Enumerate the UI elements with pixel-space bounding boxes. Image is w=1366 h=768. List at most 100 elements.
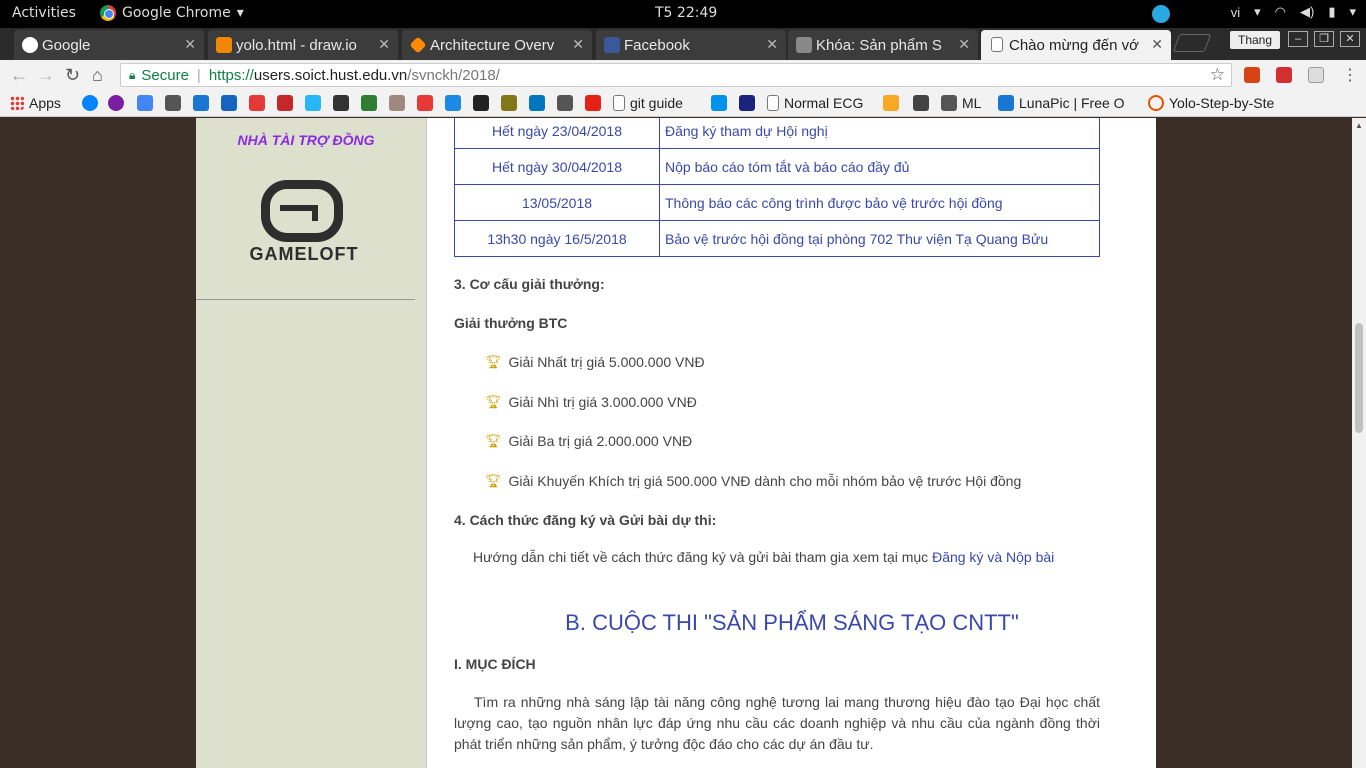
tab-google[interactable]: Google ✕ (14, 30, 204, 60)
extension-icon[interactable] (1244, 67, 1260, 83)
bookmark-yolo[interactable]: Yolo-Step-by-Ste (1148, 95, 1274, 111)
gmail-icon[interactable] (1276, 67, 1292, 83)
gameloft-wordmark: GAMELOFT (249, 244, 359, 264)
menu-icon[interactable]: ⋮ (1342, 65, 1358, 85)
sidebar: NHÀ TÀI TRỢ ĐỒNG GAMELOFT (196, 118, 426, 768)
tab-facebook[interactable]: Facebook ✕ (596, 30, 786, 60)
browser-toolbar: ← → ↻ ⌂ 🔒︎ Secure | https:// users.soict… (0, 60, 1366, 90)
close-icon[interactable]: ✕ (378, 36, 390, 53)
back-icon[interactable]: ← (10, 65, 28, 86)
bookmark-ml[interactable]: ML (941, 95, 981, 111)
bookmark-icon[interactable] (417, 95, 433, 111)
language-indicator[interactable]: vi (1231, 5, 1240, 20)
bookmark-git-guide[interactable]: git guide (613, 95, 683, 111)
bookmarks-bar: Apps git guide Normal ECG ML LunaPic | F… (0, 90, 1366, 117)
minimize-button[interactable]: – (1288, 31, 1308, 47)
bookmark-icon[interactable] (333, 95, 349, 111)
tab-khoa[interactable]: Khóa: Sản phẩm S ✕ (788, 30, 978, 60)
bookmark-icon[interactable] (165, 95, 181, 111)
google-icon (22, 37, 38, 53)
purpose-text: Tìm ra những nhà sáng lập tài năng công … (454, 694, 1100, 752)
schedule-date: Hết ngày 30/04/2018 (454, 148, 660, 185)
bookmark-star-icon[interactable]: ☆ (1210, 65, 1225, 85)
award-text: Giải Ba trị giá 2.000.000 VNĐ (508, 433, 693, 449)
bookmark-icon[interactable] (529, 95, 545, 111)
wifi-icon: ◠ (1274, 4, 1286, 19)
system-tray[interactable]: vi ▾ ◠ ◀) ▮ ▾ (1231, 4, 1356, 20)
scroll-up-icon[interactable]: ▲ (1355, 121, 1363, 130)
bookmark-label: ML (962, 95, 982, 111)
gameloft-logo[interactable]: GAMELOFT (244, 180, 364, 265)
moodle-icon (796, 37, 812, 53)
bookmark-label: Apps (29, 95, 61, 111)
activities-button[interactable]: Activities (12, 5, 76, 21)
registration-heading: 4. Cách thức đăng ký và Gửi bài dự thi: (454, 512, 717, 528)
messenger-icon[interactable] (82, 95, 98, 111)
reload-icon[interactable]: ↻ (65, 65, 80, 86)
purpose-heading: I. MỤC ĐÍCH (454, 656, 536, 672)
bookmark-icon[interactable] (361, 95, 377, 111)
new-tab-button[interactable] (1172, 34, 1212, 52)
app-menu[interactable]: Google Chrome ▾ (100, 5, 244, 21)
bookmark-label: git guide (630, 95, 683, 111)
youtube-icon[interactable] (585, 95, 601, 111)
tab-architecture[interactable]: Architecture Overv ✕ (402, 30, 592, 60)
close-window-button[interactable]: ✕ (1340, 31, 1360, 47)
bookmark-icon[interactable] (711, 95, 727, 111)
table-row: 13/05/2018 Thông báo các công trình được… (454, 184, 1100, 221)
document-icon (767, 95, 779, 111)
page-scrollbar[interactable]: ▲ (1352, 118, 1366, 768)
bookmark-icon[interactable] (739, 95, 755, 111)
address-bar[interactable]: 🔒︎ Secure | https:// users.soict.hust.ed… (120, 63, 1232, 87)
close-icon[interactable]: ✕ (766, 36, 778, 53)
schedule-event: Thông báo các công trình được bảo vệ trư… (659, 184, 1100, 221)
chrome-icon (100, 5, 116, 21)
bookmark-icon[interactable] (883, 95, 899, 111)
wikipedia-icon[interactable] (473, 95, 489, 111)
document-icon (613, 95, 625, 111)
bookmark-normal-ecg[interactable]: Normal ECG (767, 95, 863, 111)
bookmark-apps[interactable]: Apps (10, 95, 61, 111)
skype-icon[interactable] (1152, 5, 1170, 23)
awards-subheading: Giải thưởng BTC (454, 315, 568, 331)
home-icon[interactable]: ⌂ (92, 65, 103, 86)
forward-icon[interactable]: → (37, 65, 55, 86)
schedule-table: Hết ngày 23/04/2018 Đăng ký tham dự Hội … (454, 118, 1100, 257)
bookmark-icon[interactable] (305, 95, 321, 111)
trophy-icon: 🏆︎ (485, 394, 502, 409)
trophy-icon: 🏆︎ (485, 354, 502, 369)
bookmark-icon[interactable] (108, 95, 124, 111)
close-icon[interactable]: ✕ (184, 36, 196, 53)
bookmark-icon[interactable] (389, 95, 405, 111)
secure-label: Secure (141, 66, 189, 84)
close-icon[interactable]: ✕ (572, 36, 584, 53)
bookmark-icon[interactable] (557, 95, 573, 111)
trophy-icon: 🏆︎ (485, 473, 502, 488)
close-icon[interactable]: ✕ (1151, 36, 1163, 53)
profile-button[interactable]: Thang (1230, 31, 1280, 49)
bookmark-icon[interactable] (277, 95, 293, 111)
bookmark-icon[interactable] (501, 95, 517, 111)
list-item: 🏆︎ Giải Khuyến Khích trị giá 500.000 VNĐ… (485, 473, 1021, 489)
tab-active[interactable]: Chào mừng đến vớ ✕ (981, 30, 1171, 60)
bookmark-icon[interactable] (221, 95, 237, 111)
restore-button[interactable]: ❐ (1314, 31, 1334, 47)
drawio-icon (216, 37, 232, 53)
tab-title: Chào mừng đến vớ (1009, 36, 1139, 54)
folder-icon (941, 95, 957, 111)
translate-icon[interactable] (137, 95, 153, 111)
extension-icon[interactable] (1308, 67, 1324, 83)
bookmark-icon[interactable] (249, 95, 265, 111)
bookmark-icon[interactable] (193, 95, 209, 111)
tab-strip: Google ✕ yolo.html - draw.io ✕ Architect… (0, 28, 1366, 60)
tab-drawio[interactable]: yolo.html - draw.io ✕ (208, 30, 398, 60)
clock[interactable]: T5 22:49 (655, 5, 717, 21)
register-link[interactable]: Đăng ký và Nộp bài (932, 549, 1054, 565)
bookmark-icon[interactable] (445, 95, 461, 111)
battery-icon: ▮ (1328, 4, 1336, 19)
bookmark-icon[interactable] (913, 95, 929, 111)
award-text: Giải Khuyến Khích trị giá 500.000 VNĐ dà… (508, 473, 1022, 489)
close-icon[interactable]: ✕ (958, 36, 970, 53)
bookmark-lunapic[interactable]: LunaPic | Free O (998, 95, 1125, 111)
scrollbar-thumb[interactable] (1355, 323, 1363, 433)
